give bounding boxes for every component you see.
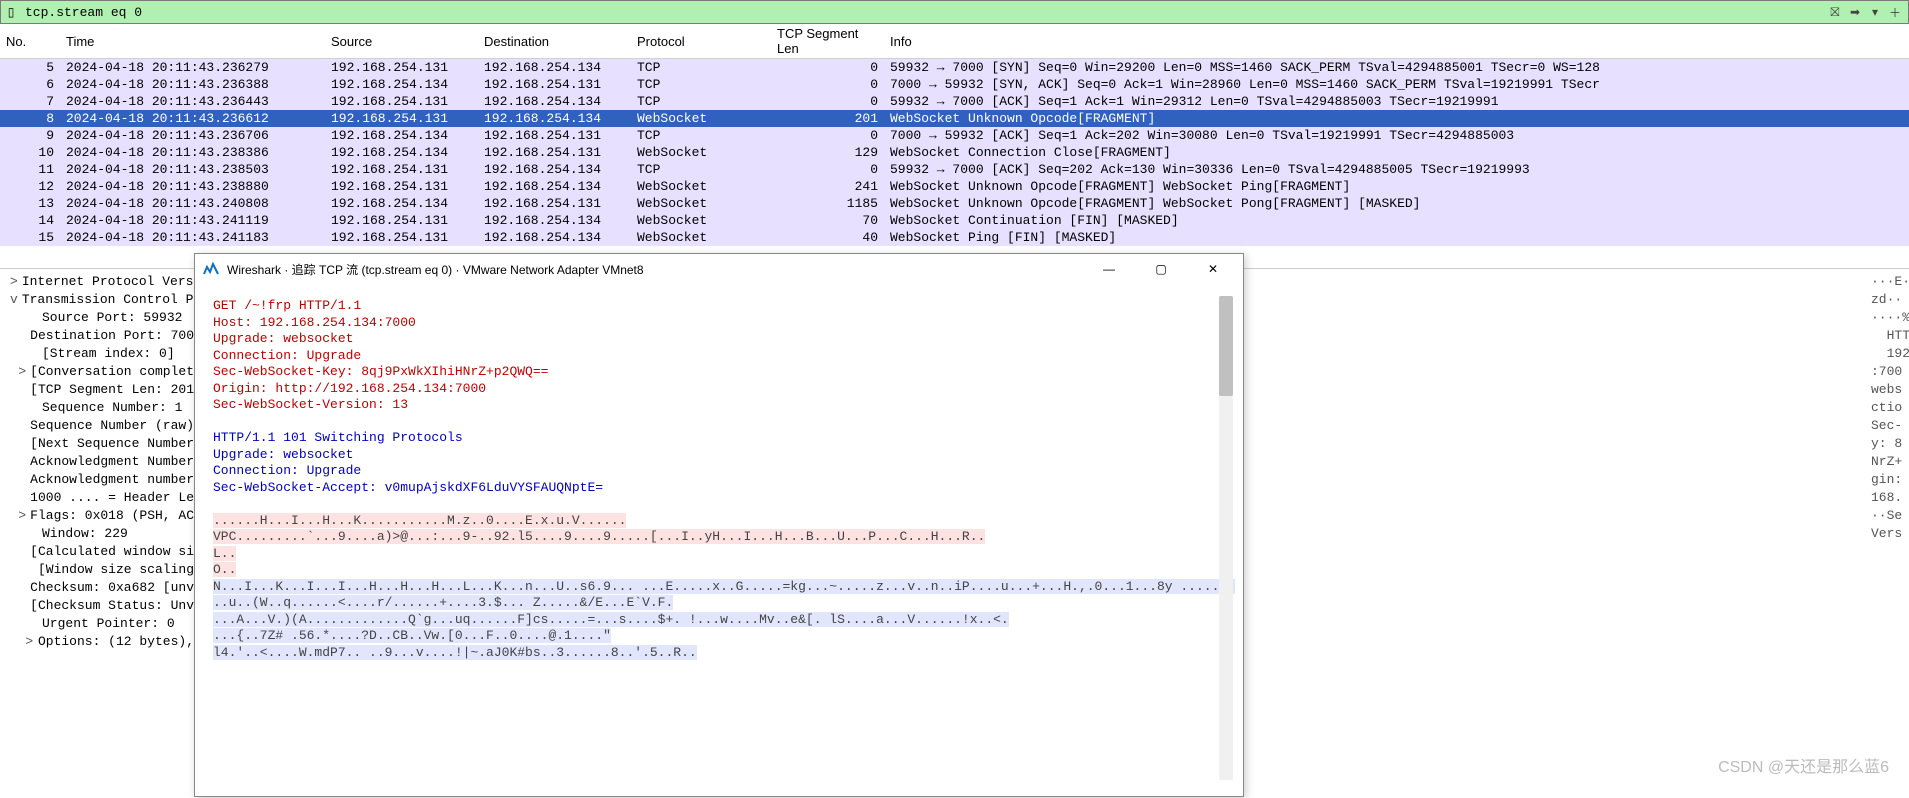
packet-list-header[interactable]: No. Time Source Destination Protocol TCP… [0,24,1909,59]
window-title: Wireshark · 追踪 TCP 流 (tcp.stream eq 0) ·… [227,261,644,278]
packet-details-tree[interactable]: >Internet Protocol VersivTransmission Co… [0,269,194,798]
tree-item[interactable]: Acknowledgment number [6,471,194,489]
tree-item[interactable]: >Flags: 0x018 (PSH, AC [6,507,194,525]
client-request: GET /~!frp HTTP/1.1 Host: 192.168.254.13… [213,298,1225,414]
table-row[interactable]: 122024-04-18 20:11:43.238880192.168.254.… [0,178,1909,195]
table-row[interactable]: 102024-04-18 20:11:43.238386192.168.254.… [0,144,1909,161]
packet-list[interactable]: No. Time Source Destination Protocol TCP… [0,24,1909,246]
table-row[interactable]: 52024-04-18 20:11:43.236279192.168.254.1… [0,59,1909,77]
follow-tcp-stream-window: Wireshark · 追踪 TCP 流 (tcp.stream eq 0) ·… [194,253,1244,797]
table-row[interactable]: 132024-04-18 20:11:43.240808192.168.254.… [0,195,1909,212]
scrollbar-thumb[interactable] [1219,296,1233,396]
tree-item[interactable]: [TCP Segment Len: 201 [6,381,194,399]
col-info[interactable]: Info [884,24,1909,59]
maximize-button[interactable]: ▢ [1139,255,1183,283]
bookmark-icon[interactable]: ▯ [1,5,21,19]
filter-add-icon[interactable]: ＋ [1886,4,1904,21]
table-row[interactable]: 142024-04-18 20:11:43.241119192.168.254.… [0,212,1909,229]
packet-bytes-ascii: ···E· zd·· ····% HTT 192 :700 webs ctio … [1869,269,1909,798]
tree-item[interactable]: [Window size scaling [6,561,194,579]
tree-item[interactable]: 1000 .... = Header Le [6,489,194,507]
col-time[interactable]: Time [60,24,325,59]
col-length[interactable]: TCP Segment Len [771,24,884,59]
tree-item[interactable]: >Internet Protocol Versi [6,273,194,291]
table-row[interactable]: 82024-04-18 20:11:43.236612192.168.254.1… [0,110,1909,127]
server-response: HTTP/1.1 101 Switching Protocols Upgrade… [213,430,1225,496]
close-button[interactable]: ✕ [1191,255,1235,283]
tcp-stream-content[interactable]: GET /~!frp HTTP/1.1 Host: 192.168.254.13… [203,288,1235,792]
clear-filter-icon[interactable]: ⛝ [1826,5,1844,20]
filter-dropdown-icon[interactable]: ▾ [1866,5,1884,19]
col-destination[interactable]: Destination [478,24,631,59]
display-filter-bar: ▯ ⛝ ➡ ▾ ＋ [0,0,1909,24]
tree-item[interactable]: >Options: (12 bytes), [6,633,194,651]
tree-item[interactable]: Urgent Pointer: 0 [6,615,194,633]
table-row[interactable]: 152024-04-18 20:11:43.241183192.168.254.… [0,229,1909,246]
tree-item[interactable]: [Calculated window si [6,543,194,561]
table-row[interactable]: 92024-04-18 20:11:43.236706192.168.254.1… [0,127,1909,144]
tree-item[interactable]: [Next Sequence Number [6,435,194,453]
minimize-button[interactable]: — [1087,255,1131,283]
stream-data-in: N...I...K...I...I...H...H...H...L...K...… [213,579,1235,660]
filter-input[interactable] [21,3,1822,22]
tree-item[interactable]: vTransmission Control Pro [6,291,194,309]
tree-item[interactable]: [Checksum Status: Unv [6,597,194,615]
tree-item[interactable]: Source Port: 59932 [6,309,194,327]
watermark: CSDN @天还是那么蓝6 [1718,753,1889,777]
stream-data-out: ......H...I...H...K...........M.z..0....… [213,513,985,578]
tree-item[interactable]: Sequence Number: 1 [6,399,194,417]
col-no[interactable]: No. [0,24,60,59]
wireshark-icon [203,261,219,277]
table-row[interactable]: 62024-04-18 20:11:43.236388192.168.254.1… [0,76,1909,93]
table-row[interactable]: 112024-04-18 20:11:43.238503192.168.254.… [0,161,1909,178]
apply-filter-icon[interactable]: ➡ [1846,5,1864,19]
tree-item[interactable]: Checksum: 0xa682 [unv [6,579,194,597]
table-row[interactable]: 72024-04-18 20:11:43.236443192.168.254.1… [0,93,1909,110]
tree-item[interactable]: Window: 229 [6,525,194,543]
tree-item[interactable]: Acknowledgment Number [6,453,194,471]
tree-item[interactable]: Destination Port: 700 [6,327,194,345]
col-source[interactable]: Source [325,24,478,59]
window-titlebar[interactable]: Wireshark · 追踪 TCP 流 (tcp.stream eq 0) ·… [195,254,1243,284]
col-protocol[interactable]: Protocol [631,24,771,59]
tree-item[interactable]: >[Conversation complet [6,363,194,381]
tree-item[interactable]: [Stream index: 0] [6,345,194,363]
scrollbar[interactable] [1219,296,1233,780]
tree-item[interactable]: Sequence Number (raw) [6,417,194,435]
